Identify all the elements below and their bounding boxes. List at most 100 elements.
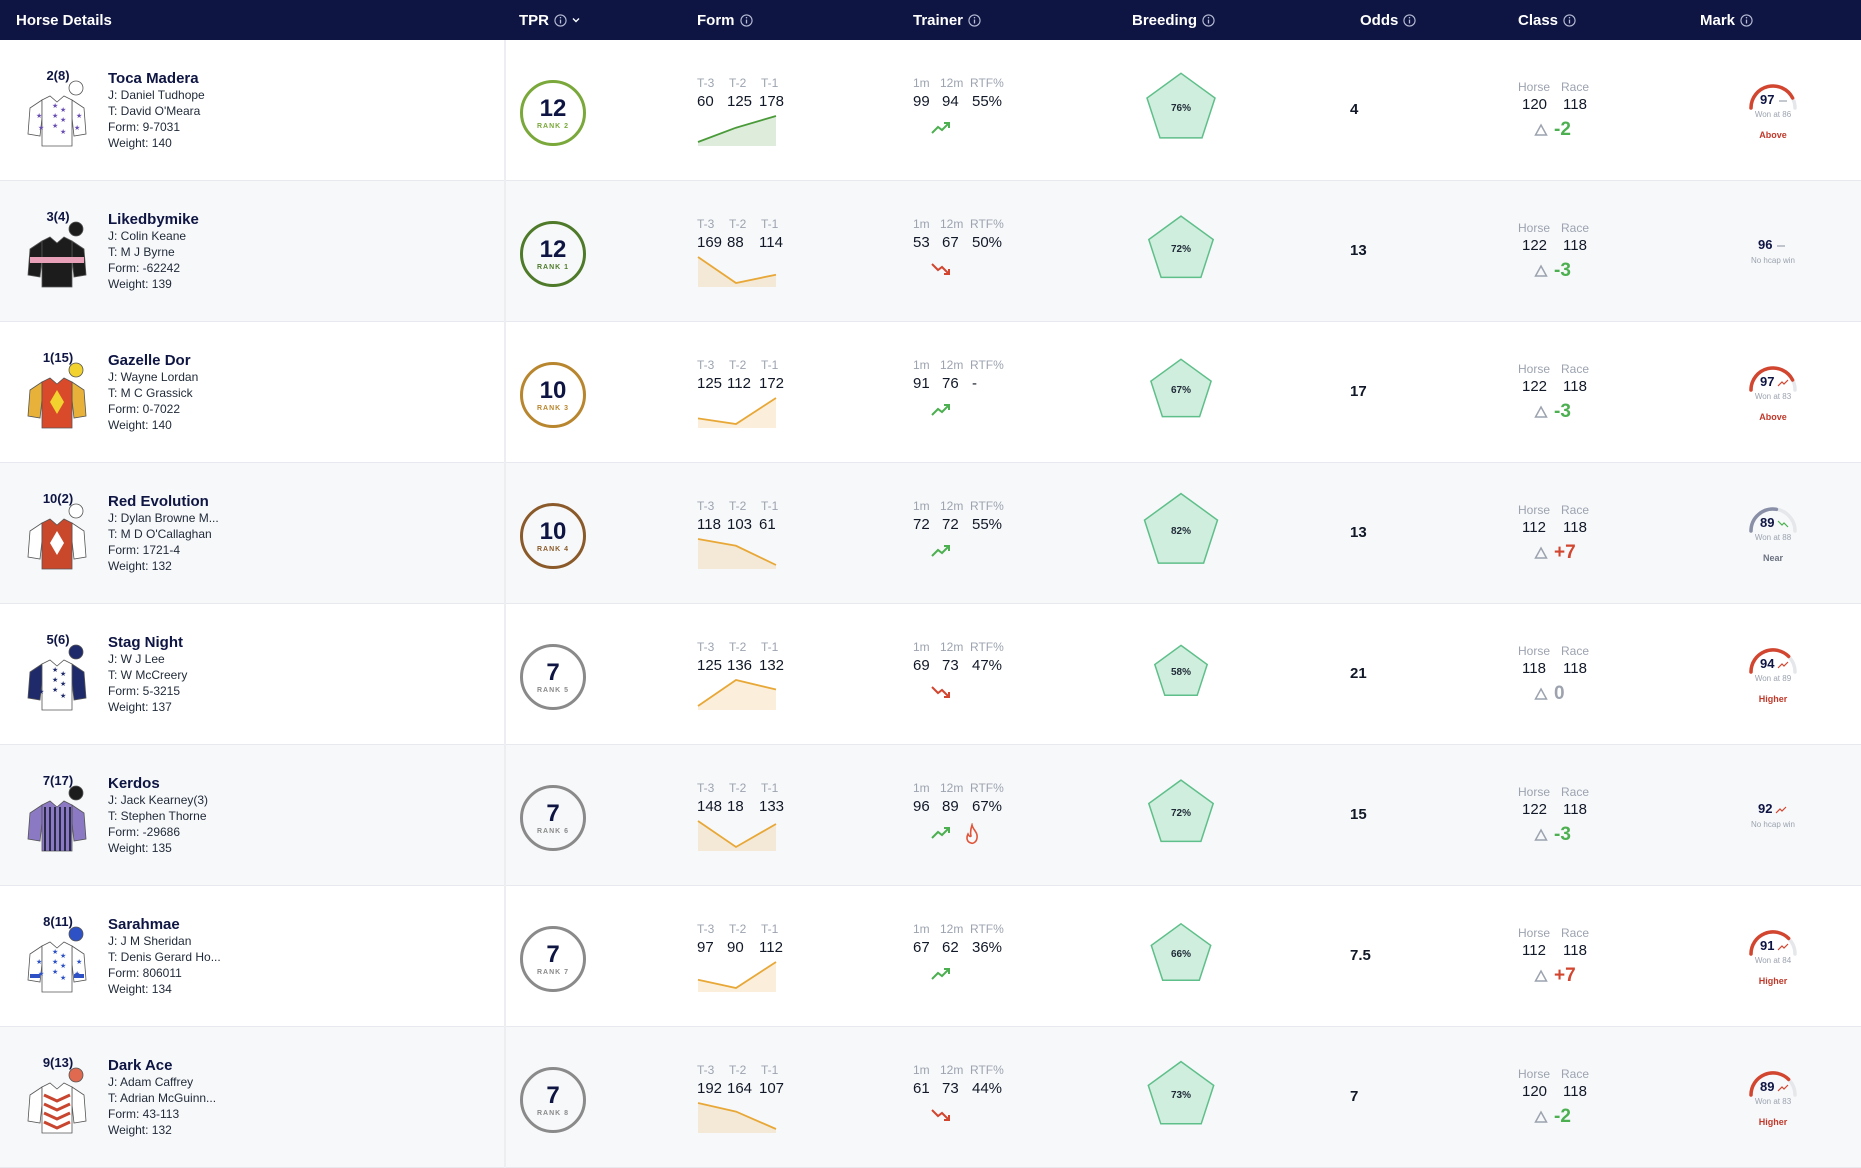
class-horse-label: Horse — [1518, 221, 1551, 235]
jockey-name[interactable]: J: Daniel Tudhope — [108, 88, 205, 102]
odds-value[interactable]: 21 — [1350, 665, 1367, 682]
form-t3-label: T-3 — [697, 922, 715, 936]
dash-icon — [1775, 242, 1787, 250]
svg-text:★: ★ — [60, 680, 66, 688]
trainer-12m-label: 12m — [940, 217, 964, 231]
jockey-name[interactable]: J: W J Lee — [108, 652, 165, 666]
odds-value[interactable]: 15 — [1350, 806, 1367, 823]
jockey-name[interactable]: J: Dylan Browne M... — [108, 511, 219, 525]
delta-icon — [1534, 828, 1548, 841]
form-t2-value: 88 — [727, 234, 744, 251]
table-row[interactable]: 8(11) ★★★★★★★★★★ Sarahmae J: J M Sherida… — [0, 886, 1861, 1027]
trainer-rtf-value: 55% — [972, 93, 1003, 110]
trainer-name[interactable]: T: M J Byrne — [108, 245, 175, 259]
col-horse-details[interactable]: Horse Details — [16, 0, 112, 40]
class-delta: -2 — [1554, 1106, 1571, 1127]
jockey-name[interactable]: J: Wayne Lordan — [108, 370, 198, 384]
horse-weight: Weight: 132 — [108, 559, 172, 573]
table-row[interactable]: 10(2) Red Evolution J: Dylan Browne M...… — [0, 463, 1861, 604]
svg-text:★: ★ — [60, 952, 66, 960]
table-row[interactable]: 2(8) ★ ★ ★ ★ ★ ★ ★ ★ ★ ★ Toca Madera J: Daniel Tu… — [0, 40, 1861, 181]
info-icon[interactable] — [968, 13, 981, 27]
trainer-12m-value: 73 — [942, 1080, 959, 1097]
odds-value[interactable]: 13 — [1350, 242, 1367, 259]
table-row[interactable]: 5(6) ★ ★ ★ ★ ★ ★ ★ ★ ★ ★ Stag Night J: W J Lee T:… — [0, 604, 1861, 745]
odds-value[interactable]: 13 — [1350, 524, 1367, 541]
table-row[interactable]: 3(4) Likedbymike J: Colin Keane T: M J B… — [0, 181, 1861, 322]
jockey-name[interactable]: J: Colin Keane — [108, 229, 186, 243]
info-icon[interactable] — [739, 13, 753, 27]
col-mark[interactable]: Mark — [1700, 0, 1753, 40]
form-t3-value: 60 — [697, 93, 714, 110]
form-t3-label: T-3 — [697, 499, 715, 513]
breeding-percent: 67% — [1170, 385, 1191, 396]
col-class[interactable]: Class — [1518, 0, 1576, 40]
class-race-label: Race — [1561, 644, 1590, 658]
horse-weight: Weight: 132 — [108, 1123, 172, 1137]
horse-name[interactable]: Stag Night — [108, 634, 183, 651]
tpr-rank: RANK 5 — [536, 686, 570, 694]
info-icon[interactable] — [1740, 13, 1753, 27]
trainer-name[interactable]: T: M C Grassick — [108, 386, 193, 400]
odds-value[interactable]: 17 — [1350, 383, 1367, 400]
trainer-rtf-label: RTF% — [970, 640, 1004, 654]
mark-note: Won at 83 — [1754, 392, 1792, 401]
form-t2-label: T-2 — [729, 217, 747, 231]
info-icon[interactable] — [1403, 13, 1416, 27]
col-tpr[interactable]: TPR — [519, 0, 581, 40]
trainer-name[interactable]: T: W McCreery — [108, 668, 187, 682]
trainer-name[interactable]: T: Stephen Thorne — [108, 809, 207, 823]
info-icon[interactable] — [1563, 13, 1576, 27]
tpr-value: 12 — [539, 235, 567, 263]
tpr-rank: RANK 3 — [536, 404, 570, 412]
svg-text:★: ★ — [60, 116, 66, 124]
tpr-badge: 7 RANK 8 — [520, 1067, 586, 1133]
breeding-percent: 66% — [1170, 949, 1191, 960]
info-icon[interactable] — [1202, 13, 1215, 27]
odds-value[interactable]: 7.5 — [1350, 947, 1371, 964]
horse-name[interactable]: Gazelle Dor — [108, 352, 191, 369]
col-form[interactable]: Form — [697, 0, 753, 40]
horse-name[interactable]: Kerdos — [108, 775, 160, 792]
horse-name[interactable]: Dark Ace — [108, 1057, 172, 1074]
col-breeding[interactable]: Breeding — [1132, 0, 1215, 40]
jockey-name[interactable]: J: Adam Caffrey — [108, 1075, 193, 1089]
horse-weight: Weight: 139 — [108, 277, 172, 291]
horse-name[interactable]: Likedbymike — [108, 211, 199, 228]
form-sparkline — [697, 397, 777, 428]
trainer-name[interactable]: T: Denis Gerard Ho... — [108, 950, 221, 964]
horse-name[interactable]: Sarahmae — [108, 916, 180, 933]
class-race-label: Race — [1561, 221, 1590, 235]
form-t3-label: T-3 — [697, 76, 715, 90]
form-t2-label: T-2 — [729, 922, 747, 936]
horse-name[interactable]: Toca Madera — [108, 70, 199, 87]
tpr-value: 7 — [546, 940, 560, 968]
mark-value: 96 — [1758, 237, 1787, 252]
odds-value[interactable]: 7 — [1350, 1088, 1358, 1105]
chevron-down-icon[interactable] — [571, 15, 581, 25]
col-odds[interactable]: Odds — [1360, 0, 1416, 40]
trainer-name[interactable]: T: Adrian McGuinn... — [108, 1091, 216, 1105]
trainer-12m-label: 12m — [940, 358, 964, 372]
mark-number: 91 — [1760, 938, 1775, 953]
table-row[interactable]: 7(17) Kerdos J: Jack Kearney(3) T: Steph… — [0, 745, 1861, 886]
table-row[interactable]: 9(13) Dark Ace J: Adam Caffrey T: Adrian… — [0, 1027, 1861, 1168]
trainer-name[interactable]: T: David O'Meara — [108, 104, 200, 118]
jockey-name[interactable]: J: Jack Kearney(3) — [108, 793, 208, 807]
jockey-silks-icon: ★★★★★★★★★★ — [26, 924, 88, 996]
trainer-12m-label: 12m — [940, 922, 964, 936]
trainer-rtf-label: RTF% — [970, 217, 1004, 231]
breeding-percent: 76% — [1170, 103, 1191, 114]
jockey-name[interactable]: J: J M Sheridan — [108, 934, 191, 948]
trainer-rtf-value: 47% — [972, 657, 1003, 674]
odds-value[interactable]: 4 — [1350, 101, 1358, 118]
trainer-name[interactable]: T: M D O'Callaghan — [108, 527, 212, 541]
form-t2-value: 136 — [727, 657, 753, 674]
table-row[interactable]: 1(15) Gazelle Dor J: Wayne Lordan T: M C… — [0, 322, 1861, 463]
info-icon[interactable] — [554, 13, 567, 27]
class-race-label: Race — [1561, 785, 1590, 799]
form-sparkline — [697, 115, 777, 146]
svg-text:★: ★ — [60, 692, 66, 700]
col-trainer[interactable]: Trainer — [913, 0, 981, 40]
horse-name[interactable]: Red Evolution — [108, 493, 209, 510]
